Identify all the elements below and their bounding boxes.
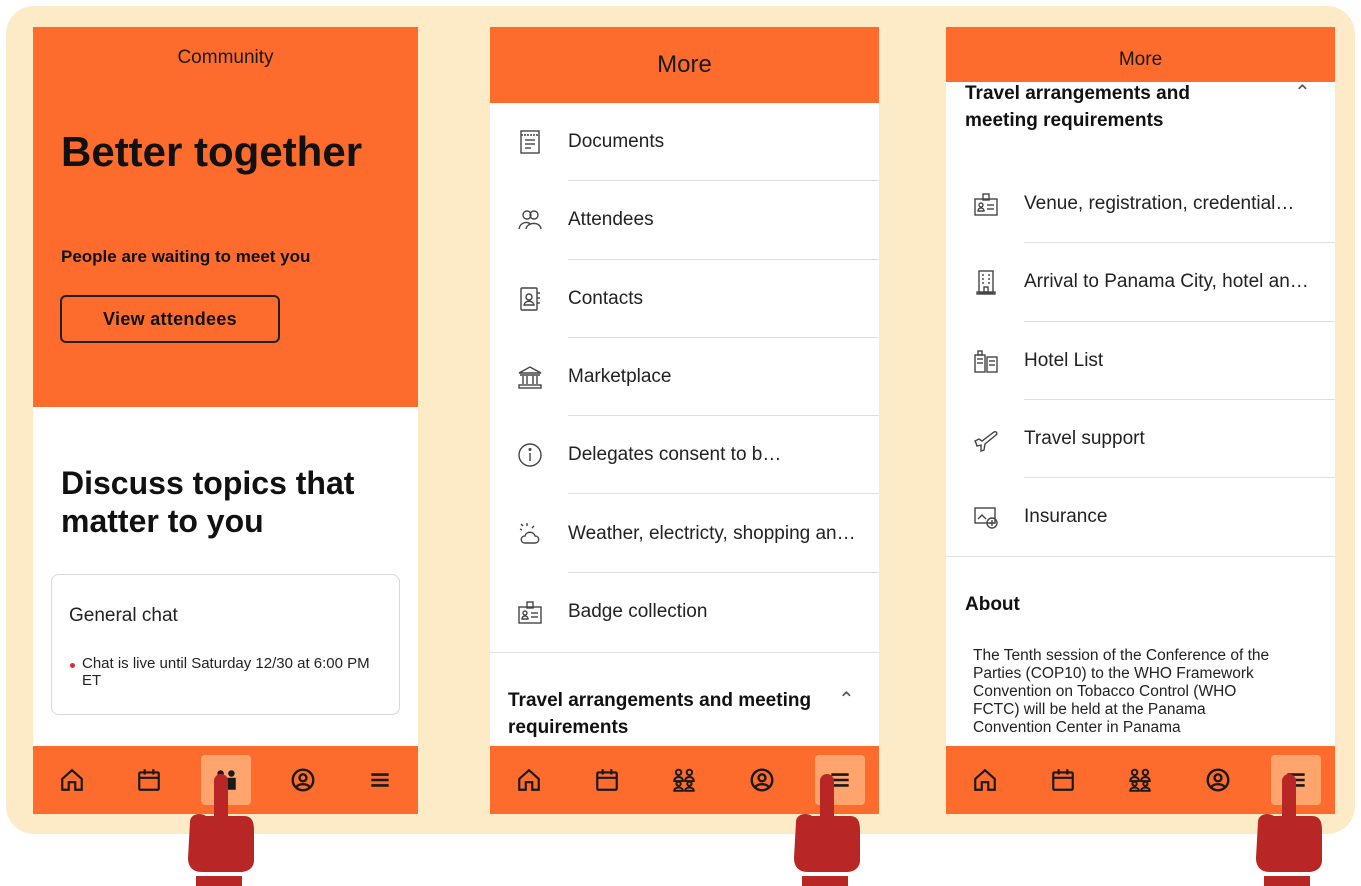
nav-profile[interactable] [1193,755,1243,805]
home-icon [60,768,83,791]
pointing-hand-icon [1256,774,1322,886]
nav-profile[interactable] [737,755,787,805]
building-icon [971,267,1001,297]
airplane-icon [971,424,1001,454]
menu-item-insurance[interactable]: Insurance [946,478,1335,556]
contacts-icon [515,284,545,314]
menu-item-marketplace[interactable]: Marketplace [490,338,879,417]
menu-item-label: Venue, registration, credential… [1024,193,1295,215]
about-title: About [965,594,1020,615]
travel-menu-list: Venue, registration, credential… Arrival… [946,165,1335,556]
screen-title: More [490,27,879,103]
section-title: Discuss topics that matter to you [61,465,355,539]
nav-schedule[interactable] [582,755,632,805]
about-text: The Tenth session of the Conference of t… [973,647,1270,736]
nav-community[interactable] [1115,755,1165,805]
section-divider [490,652,879,653]
profile-icon [1206,768,1230,792]
chevron-up-icon[interactable]: ⌃ [1294,80,1311,105]
menu-item-label: Travel support [1024,428,1145,450]
nav-home[interactable] [960,755,1010,805]
calendar-icon [595,769,618,791]
menu-item-weather[interactable]: Weather, electricty, shopping an… [490,494,879,573]
chat-status: Chat is live until Saturday 12/30 at 6:0… [82,655,370,689]
menu-item-travel-support[interactable]: Travel support [946,400,1335,479]
nav-more[interactable] [355,755,405,805]
menu-item-label: Contacts [568,287,643,309]
nav-community[interactable] [659,755,709,805]
menu-item-label: Attendees [568,209,654,231]
menu-item-label: Weather, electricty, shopping an… [568,522,856,544]
attendees-icon [515,205,545,235]
travel-section-title[interactable]: Travel arrangements and meeting requirem… [508,687,828,741]
menu-item-label: Arrival to Panama City, hotel an… [1024,271,1309,293]
menu-item-contacts[interactable]: Contacts [490,260,879,338]
menu-item-delegates-consent[interactable]: Delegates consent to b… [490,416,879,495]
community-icon [1129,768,1152,792]
hero-title: Better together [61,128,363,175]
insurance-icon [971,502,1001,532]
community-screen: Community Better together People are wai… [33,27,418,814]
profile-icon [750,768,774,792]
home-icon [974,768,996,791]
travel-section-title[interactable]: Travel arrangements and meeting requirem… [965,80,1225,134]
menu-item-documents[interactable]: Documents [490,103,879,182]
calendar-icon [137,769,160,791]
calendar-icon [1051,769,1074,791]
pointing-hand-icon [794,774,860,886]
menu-icon [370,773,389,787]
general-chat-card[interactable]: General chat Chat is live until Saturday… [51,574,400,715]
chevron-up-icon[interactable]: ⌃ [838,687,855,712]
view-attendees-button[interactable]: View attendees [60,295,280,343]
more-menu-list: Documents Attendees Contacts Marketplace… [490,103,879,651]
menu-item-label: Documents [568,131,665,153]
screen-title: More [946,27,1335,82]
menu-item-badge-collection[interactable]: Badge collection [490,573,879,651]
menu-item-arrival[interactable]: Arrival to Panama City, hotel an… [946,243,1335,322]
menu-item-label: Marketplace [568,366,672,388]
community-hero: Community Better together People are wai… [33,27,418,407]
menu-item-label: Delegates consent to b… [568,444,782,466]
menu-item-label: Hotel List [1024,349,1104,371]
live-dot-icon [70,663,75,668]
chat-title: General chat [69,605,178,626]
pointing-hand-icon [188,774,254,886]
nav-schedule[interactable] [124,755,174,805]
nav-schedule[interactable] [1038,755,1088,805]
menu-item-label: Insurance [1024,506,1108,528]
menu-item-hotel-list[interactable]: Hotel List [946,322,1335,400]
document-icon [515,127,545,157]
badge-icon [515,597,545,627]
more-screen-scrolled: More Travel arrangements and meeting req… [946,27,1335,814]
section-divider [946,556,1335,557]
home-icon [518,768,540,791]
badge-icon [971,189,1001,219]
screen-title: Community [177,47,274,68]
hotel-icon [971,346,1001,376]
profile-icon [291,768,314,792]
nav-home[interactable] [47,755,97,805]
weather-icon [515,519,545,549]
nav-profile[interactable] [278,755,328,805]
more-screen: More Documents Attendees Contacts Market… [490,27,879,814]
menu-item-venue-registration[interactable]: Venue, registration, credential… [946,165,1335,244]
hero-subtitle: People are waiting to meet you [61,247,311,266]
community-icon [673,768,696,792]
nav-home[interactable] [504,755,554,805]
menu-item-label: Badge collection [568,600,708,622]
menu-item-attendees[interactable]: Attendees [490,181,879,260]
info-icon [515,440,545,470]
marketplace-icon [515,362,545,392]
